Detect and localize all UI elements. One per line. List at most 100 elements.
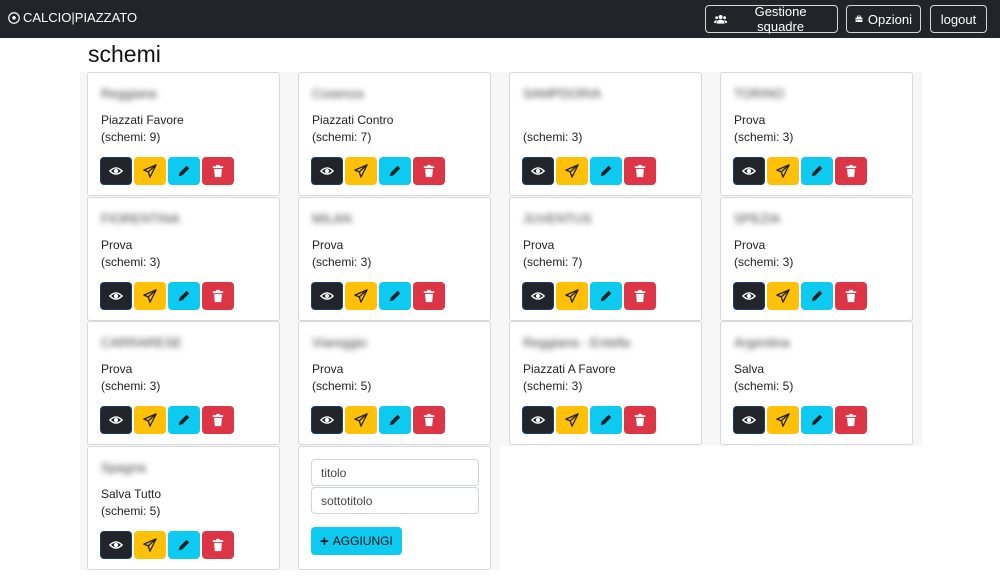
scheme-count: (schemi: 5) [101,504,161,518]
brand[interactable]: CALCIO|PIAZZATO [8,10,137,25]
view-button[interactable] [733,282,765,310]
delete-button[interactable] [624,157,656,185]
scheme-count: (schemi: 3) [523,130,583,144]
edit-button[interactable] [168,406,200,434]
delete-button[interactable] [413,157,445,185]
team-name: Reggiana - Entella [523,335,630,350]
eye-icon [320,167,334,175]
logout-button[interactable]: logout [930,5,987,33]
delete-button[interactable] [624,282,656,310]
send-button[interactable] [134,406,166,434]
send-button[interactable] [767,282,799,310]
view-button[interactable] [100,406,132,434]
options-button[interactable]: Opzioni [846,5,921,33]
send-button[interactable] [556,157,588,185]
card-actions [100,531,234,559]
view-button[interactable] [100,157,132,185]
delete-button[interactable] [202,406,234,434]
add-button-label: AGGIUNGI [332,534,393,548]
view-button[interactable] [733,157,765,185]
edit-button[interactable] [590,406,622,434]
scheme-subtitle: Prova [734,113,766,127]
subtitle-input[interactable] [311,487,479,514]
edit-button[interactable] [801,406,833,434]
trash-icon [634,164,646,178]
view-button[interactable] [522,282,554,310]
edit-button[interactable] [379,157,411,185]
delete-button[interactable] [413,282,445,310]
delete-button[interactable] [624,406,656,434]
team-name: Argentina [734,335,790,350]
trash-icon [212,289,224,303]
edit-button[interactable] [801,282,833,310]
view-button[interactable] [311,406,343,434]
send-button[interactable] [556,406,588,434]
add-button[interactable]: + AGGIUNGI [311,527,402,555]
edit-button[interactable] [379,282,411,310]
send-button[interactable] [345,406,377,434]
eye-icon [320,416,334,424]
view-button[interactable] [100,282,132,310]
team-name: SAMPDORIA [523,86,602,101]
view-button[interactable] [100,531,132,559]
scheme-card: Viareggio Prova (schemi: 5) [298,321,491,445]
delete-button[interactable] [202,157,234,185]
delete-button[interactable] [835,282,867,310]
view-button[interactable] [733,406,765,434]
delete-button[interactable] [835,157,867,185]
delete-button[interactable] [413,406,445,434]
paper-plane-icon [776,289,790,303]
scheme-subtitle: Prova [101,362,133,376]
trash-icon [423,164,435,178]
paper-plane-icon [143,538,157,552]
card-actions [311,406,445,434]
manage-teams-button[interactable]: Gestione squadre [705,4,838,34]
edit-button[interactable] [168,157,200,185]
team-name: CARRARESE [101,335,182,350]
scheme-count: (schemi: 9) [101,130,161,144]
edit-button[interactable] [590,157,622,185]
send-button[interactable] [345,157,377,185]
send-button[interactable] [345,282,377,310]
send-button[interactable] [767,157,799,185]
view-button[interactable] [522,157,554,185]
delete-button[interactable] [202,531,234,559]
trash-icon [634,289,646,303]
add-scheme-form: + AGGIUNGI [298,446,491,570]
scheme-subtitle: Salva [734,362,765,376]
send-button[interactable] [134,531,166,559]
scheme-card: Spagna Salva Tutto (schemi: 5) [87,446,280,570]
paper-plane-icon [143,164,157,178]
delete-button[interactable] [202,282,234,310]
edit-button[interactable] [801,157,833,185]
paper-plane-icon [354,164,368,178]
delete-button[interactable] [835,406,867,434]
eye-icon [742,167,756,175]
soccer-ball-icon [8,11,20,24]
pencil-icon [600,290,612,302]
edit-button[interactable] [379,406,411,434]
card-actions [733,406,867,434]
pencil-icon [811,414,823,426]
send-button[interactable] [134,157,166,185]
edit-button[interactable] [168,531,200,559]
edit-button[interactable] [168,282,200,310]
paper-plane-icon [565,164,579,178]
view-button[interactable] [522,406,554,434]
users-icon [714,15,728,24]
pencil-icon [389,165,401,177]
team-name: FIORENTINA [101,211,180,226]
view-button[interactable] [311,282,343,310]
trash-icon [212,413,224,427]
edit-button[interactable] [590,282,622,310]
send-button[interactable] [767,406,799,434]
title-input[interactable] [311,459,479,486]
send-button[interactable] [556,282,588,310]
paper-plane-icon [565,413,579,427]
trash-icon [212,164,224,178]
view-button[interactable] [311,157,343,185]
send-button[interactable] [134,282,166,310]
scheme-subtitle: Piazzati A Favore [523,362,616,376]
scheme-count: (schemi: 7) [312,130,372,144]
scheme-card: MILAN Prova (schemi: 3) [298,197,491,321]
